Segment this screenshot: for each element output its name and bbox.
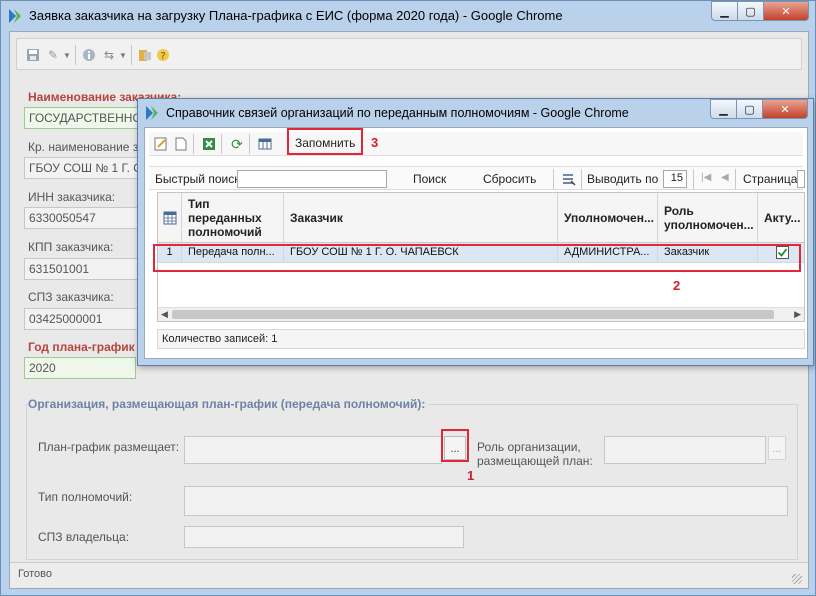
new-document-icon[interactable] bbox=[173, 136, 189, 152]
dialog-close-button[interactable]: ✕ bbox=[762, 99, 808, 119]
maximize-icon: ▢ bbox=[745, 5, 756, 18]
maximize-button[interactable]: ▢ bbox=[737, 1, 763, 21]
annotation-number-3: 3 bbox=[371, 135, 379, 150]
minimize-icon: ▁ bbox=[720, 5, 729, 18]
close-icon: ✕ bbox=[781, 5, 791, 18]
scroll-thumb[interactable] bbox=[172, 310, 774, 319]
search-bar: Быстрый поиск Поиск Сбросить Выводить по… bbox=[149, 166, 805, 190]
columns-icon[interactable] bbox=[257, 136, 273, 152]
main-titlebar[interactable]: Заявка заказчика на загрузку Плана-графи… bbox=[1, 1, 815, 31]
spz-label: СПЗ заказчика: bbox=[28, 290, 114, 304]
maximize-icon: ▢ bbox=[744, 103, 755, 116]
chevron-down-icon[interactable]: ▼ bbox=[115, 47, 131, 63]
plan-placer-label: План-график размещает: bbox=[38, 440, 180, 454]
edit-icon[interactable] bbox=[153, 136, 169, 152]
dialog-window: Справочник связей организаций по передан… bbox=[137, 98, 814, 366]
dialog-client-area: ⟳ Запомнить 3 Быстрый поиск Поиск Сброси… bbox=[144, 127, 808, 359]
page-size-input[interactable]: 15 bbox=[663, 170, 687, 188]
table-header: Тип переданных полномочий Заказчик Уполн… bbox=[158, 193, 804, 243]
kpp-field[interactable]: 631501001 bbox=[24, 258, 144, 280]
quick-search-input[interactable] bbox=[237, 170, 387, 188]
toolbar-separator bbox=[249, 134, 250, 154]
main-window-title: Заявка заказчика на загрузку Плана-графи… bbox=[29, 8, 563, 23]
annotation-number-2: 2 bbox=[673, 278, 681, 293]
first-page-icon[interactable]: |◀ bbox=[701, 172, 711, 183]
org-role-label-line1: Роль организации, bbox=[477, 440, 581, 454]
info-icon[interactable] bbox=[81, 47, 97, 63]
dialog-title: Справочник связей организаций по передан… bbox=[166, 106, 629, 120]
chevron-down-icon[interactable]: ▼ bbox=[59, 47, 75, 63]
search-button[interactable]: Поиск bbox=[413, 172, 446, 186]
table-settings-icon[interactable] bbox=[158, 193, 182, 243]
status-text: Готово bbox=[18, 568, 52, 580]
toolbar-separator bbox=[553, 169, 554, 189]
spz-field[interactable]: 03425000001 bbox=[24, 308, 144, 330]
resize-grip-icon[interactable] bbox=[792, 574, 802, 584]
column-header-role[interactable]: Роль уполномочен... bbox=[658, 193, 758, 243]
annotation-box-2 bbox=[153, 244, 801, 272]
annotation-box-3 bbox=[287, 128, 363, 155]
plan-year-label: Год плана-график bbox=[28, 340, 135, 354]
help-icon[interactable]: ? bbox=[155, 47, 171, 63]
status-bar: Готово bbox=[10, 562, 808, 588]
export-icon[interactable] bbox=[137, 47, 153, 63]
main-toolbar: ✎ ▼ ⇆ ▼ ? bbox=[16, 38, 802, 70]
page-size-label: Выводить по bbox=[587, 172, 659, 186]
close-button[interactable]: ✕ bbox=[763, 1, 809, 21]
dialog-maximize-button[interactable]: ▢ bbox=[736, 99, 762, 119]
org-role-label-line2: размещающей план: bbox=[477, 454, 593, 468]
authority-type-field[interactable] bbox=[184, 486, 788, 516]
excel-icon[interactable] bbox=[201, 136, 217, 152]
org-section-title: Организация, размещающая план-график (пе… bbox=[28, 397, 430, 411]
column-header-authorized[interactable]: Уполномочен... bbox=[558, 193, 658, 243]
svg-text:?: ? bbox=[160, 51, 165, 62]
authority-type-label: Тип полномочий: bbox=[38, 490, 133, 504]
column-header-customer[interactable]: Заказчик bbox=[284, 193, 558, 243]
dialog-toolbar: ⟳ Запомнить bbox=[149, 132, 803, 156]
dialog-minimize-button[interactable]: ▁ bbox=[710, 99, 736, 119]
inn-label: ИНН заказчика: bbox=[28, 190, 116, 204]
records-count-bar: Количество записей: 1 bbox=[157, 329, 805, 349]
quick-search-label: Быстрый поиск bbox=[155, 172, 240, 186]
close-icon: ✕ bbox=[780, 103, 790, 116]
owner-spz-field[interactable] bbox=[184, 526, 464, 548]
toolbar-separator bbox=[75, 45, 76, 65]
filter-settings-icon[interactable] bbox=[561, 171, 577, 187]
owner-spz-label: СПЗ владельца: bbox=[38, 530, 130, 544]
page-label: Страница bbox=[743, 172, 798, 186]
short-name-field[interactable]: ГБОУ СОШ № 1 Г. О bbox=[24, 157, 144, 179]
scroll-left-icon[interactable]: ◀ bbox=[161, 309, 168, 320]
short-name-label: Кр. наименование за bbox=[28, 140, 145, 154]
select-role-button[interactable]: ... bbox=[768, 436, 786, 460]
toolbar-separator bbox=[581, 169, 582, 189]
customer-name-field[interactable]: ГОСУДАРСТВЕННОЕ bbox=[24, 107, 144, 129]
minimize-button[interactable]: ▁ bbox=[711, 1, 737, 21]
toolbar-separator bbox=[693, 169, 694, 189]
minimize-icon: ▁ bbox=[719, 103, 728, 116]
toolbar-separator bbox=[131, 45, 132, 65]
save-icon[interactable] bbox=[25, 47, 41, 63]
page-number-input[interactable] bbox=[797, 170, 805, 188]
plan-placer-field[interactable] bbox=[184, 436, 442, 464]
horizontal-scrollbar[interactable]: ◀ ▶ bbox=[158, 307, 804, 321]
toolbar-separator bbox=[735, 169, 736, 189]
toolbar-separator bbox=[193, 134, 194, 154]
kpp-label: КПП заказчика: bbox=[28, 240, 114, 254]
records-count: Количество записей: 1 bbox=[162, 333, 278, 345]
app-logo-icon bbox=[7, 8, 23, 24]
org-role-field[interactable] bbox=[604, 436, 766, 464]
plan-year-field[interactable]: 2020 bbox=[24, 357, 136, 379]
column-header-active[interactable]: Акту... bbox=[758, 193, 804, 243]
annotation-box-1 bbox=[441, 429, 469, 462]
scroll-right-icon[interactable]: ▶ bbox=[794, 309, 801, 320]
annotation-number-1: 1 bbox=[467, 468, 475, 483]
prev-page-icon[interactable]: ◀ bbox=[721, 172, 729, 183]
refresh-icon[interactable]: ⟳ bbox=[229, 136, 245, 152]
toolbar-separator bbox=[221, 134, 222, 154]
reset-button[interactable]: Сбросить bbox=[483, 172, 536, 186]
column-header-type[interactable]: Тип переданных полномочий bbox=[182, 193, 284, 243]
inn-field[interactable]: 6330050547 bbox=[24, 207, 144, 229]
app-logo-icon bbox=[144, 105, 160, 121]
